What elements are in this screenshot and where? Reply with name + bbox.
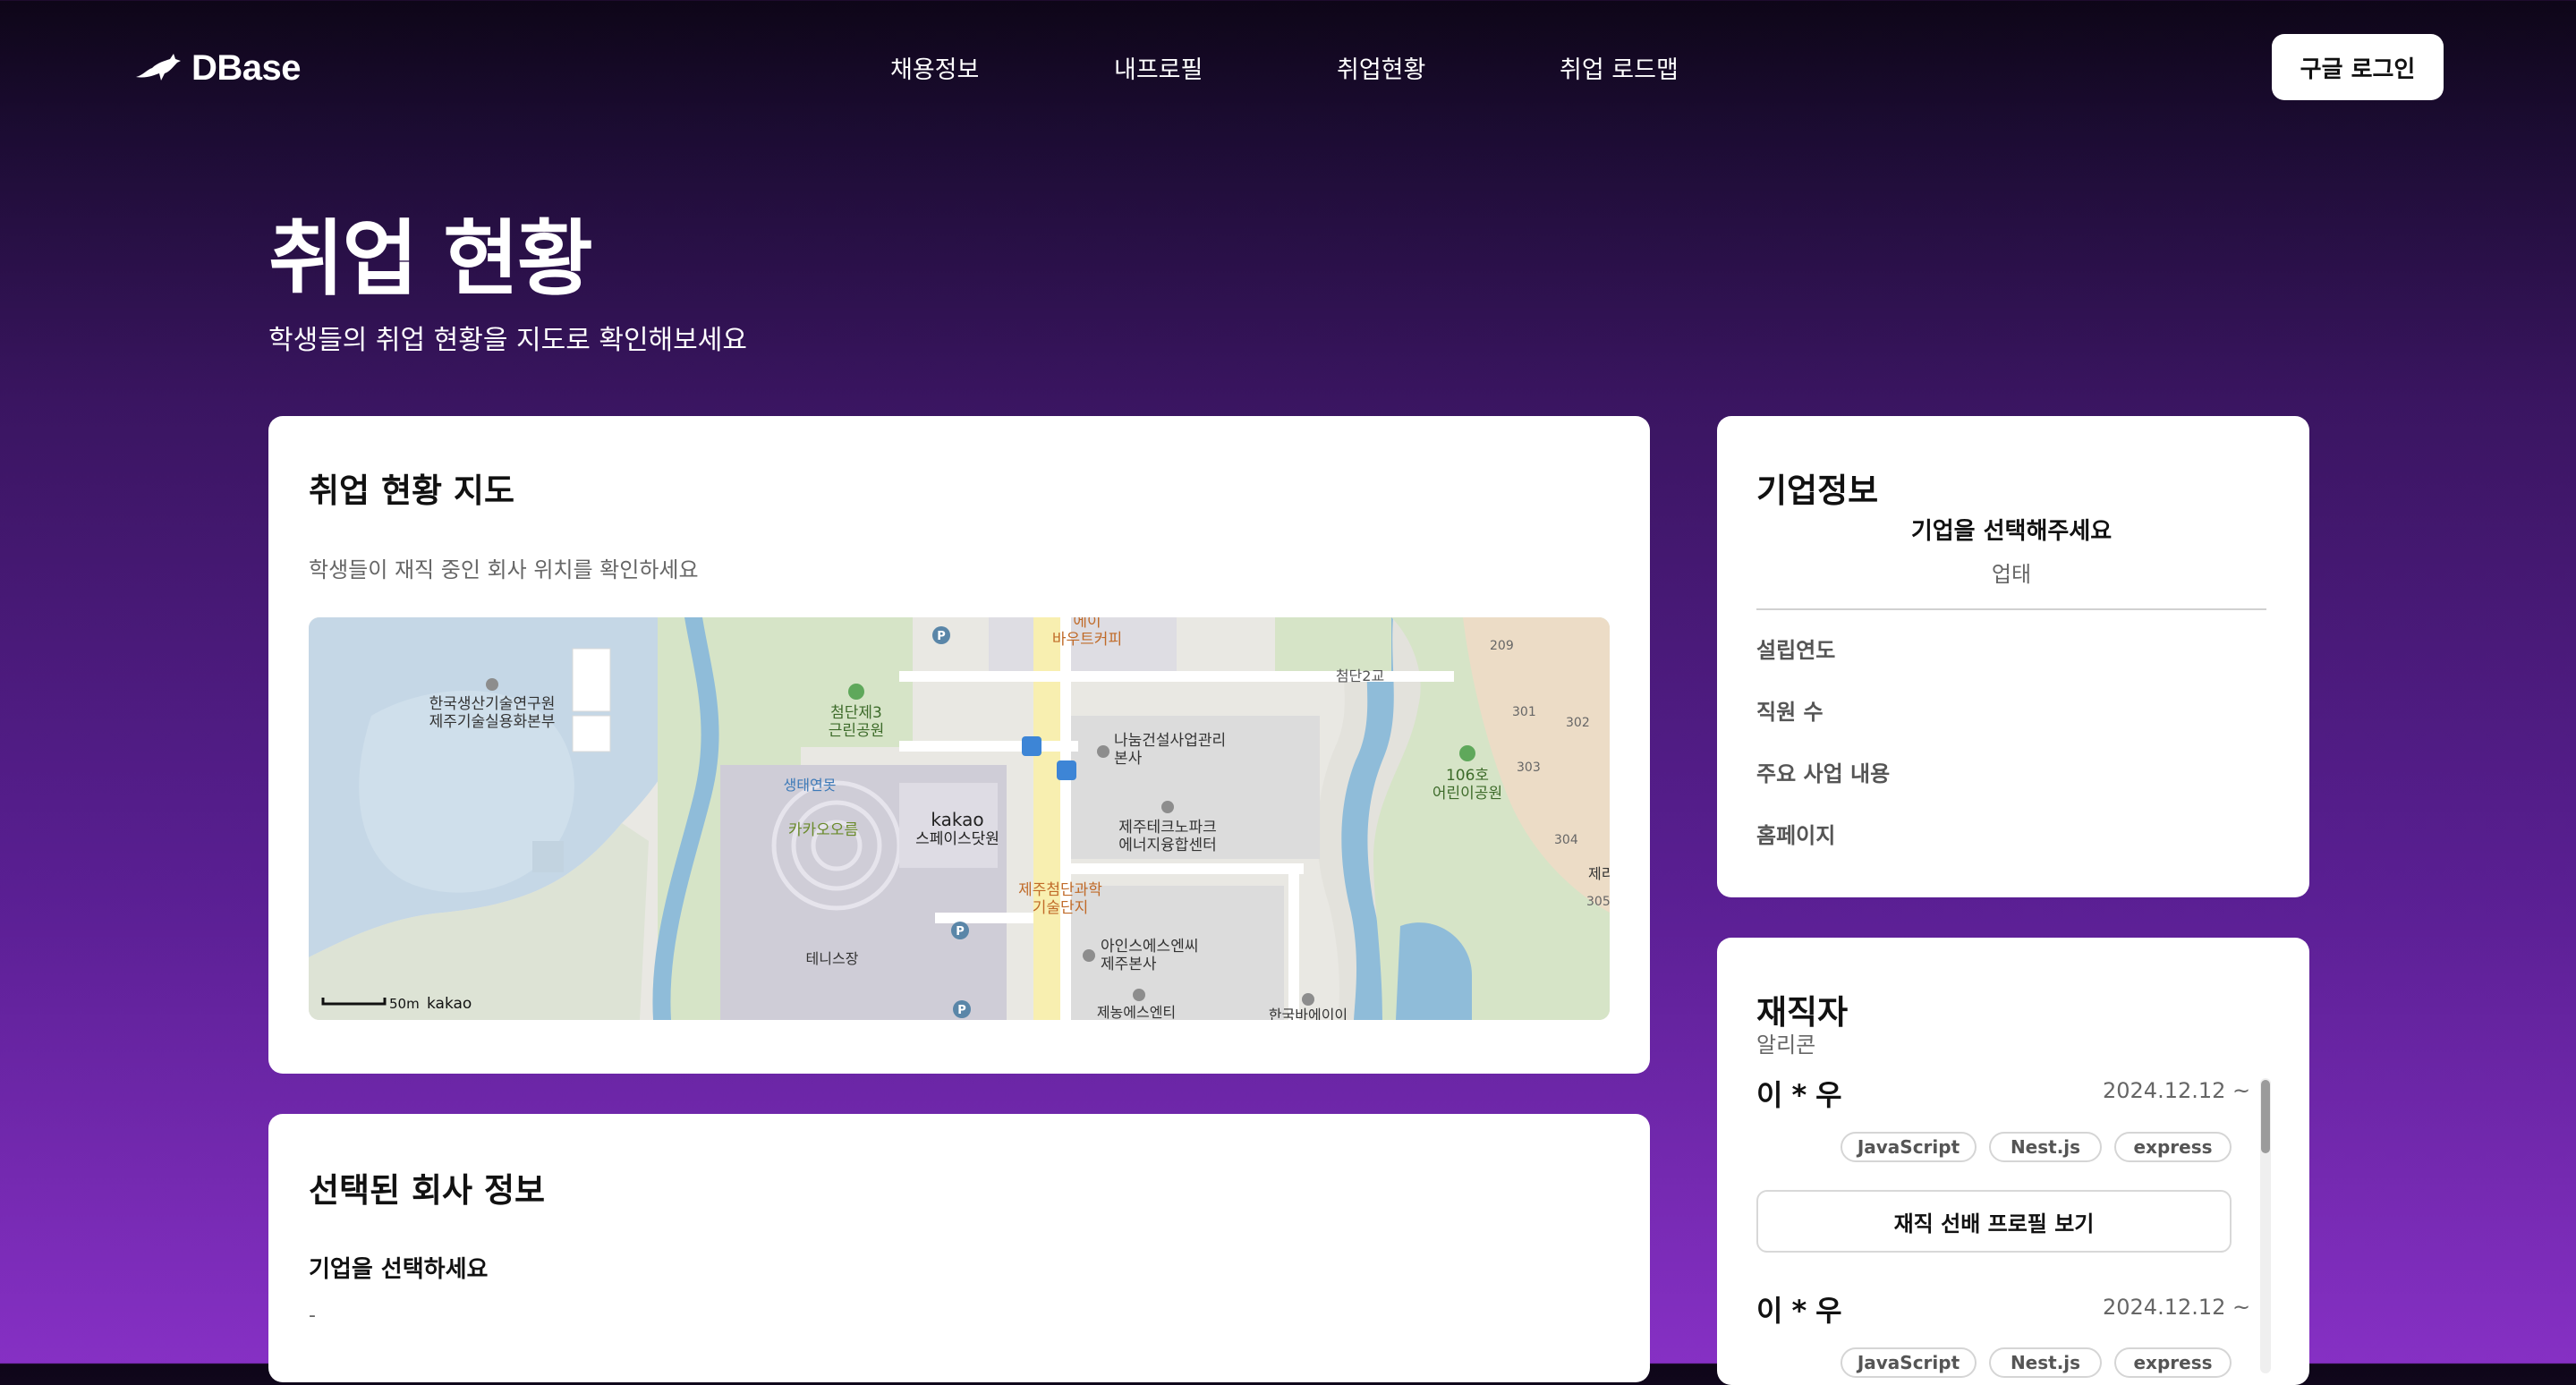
selected-company-title: 선택된 회사 정보 (309, 1171, 546, 1210)
map-label-kitech: 한국생산기술연구원 (429, 695, 556, 713)
svg-text:제농에스엔티: 제농에스엔티 (1097, 1004, 1176, 1020)
map-card-description: 학생들이 재직 중인 회사 위치를 확인하세요 (309, 557, 699, 582)
svg-text:제리: 제리 (1588, 865, 1610, 882)
map-label-oreum: 카카오오름 (788, 821, 858, 839)
svg-text:어린이공원: 어린이공원 (1433, 785, 1502, 803)
info-row-business: 주요 사업 내용 - (1756, 759, 2266, 786)
nav-item-employment[interactable]: 취업현황 (1337, 50, 1425, 85)
svg-text:제주기술실용화본부: 제주기술실용화본부 (429, 713, 556, 731)
svg-text:에너지융합센터: 에너지융합센터 (1118, 837, 1216, 854)
svg-text:P: P (937, 630, 946, 643)
svg-text:에이: 에이 (1073, 617, 1101, 631)
svg-text:305: 305 (1586, 895, 1610, 909)
skill-tag: JavaScript (1841, 1132, 1977, 1162)
svg-text:제주본사: 제주본사 (1101, 956, 1157, 973)
map-label-tennis: 테니스장 (806, 950, 859, 967)
map-label-science-complex: 제주첨단과학 (1018, 881, 1102, 899)
map-label-cafe: 바우트커피 (1052, 631, 1122, 649)
svg-text:301: 301 (1512, 705, 1536, 719)
svg-text:209: 209 (1490, 639, 1514, 653)
company-info-title: 기업정보 (1756, 472, 1879, 510)
skill-tag: express (2114, 1132, 2232, 1162)
svg-text:P: P (957, 1004, 966, 1017)
skill-tag: express (2114, 1347, 2232, 1378)
employment-map[interactable]: P P P 한국생산기술연구원 제주기술실용화본부 첨단제3 근린공원 나눔건설… (309, 617, 1610, 1020)
info-row-homepage: 홈페이지 - (1756, 820, 2266, 848)
leaping-animal-icon (134, 50, 183, 86)
page-title: 취업 현황 (268, 211, 593, 307)
view-senior-profile-button[interactable]: 재직 선배 프로필 보기 (1756, 1190, 2232, 1253)
map-label-aincs: 아인스에스엔씨 (1101, 938, 1198, 956)
google-login-button[interactable]: 구글 로그인 (2272, 34, 2444, 100)
scale-label: 50m (389, 996, 420, 1012)
employees-company: 알리콘 (1756, 1032, 1816, 1058)
svg-text:기술단지: 기술단지 (1033, 899, 1089, 917)
map-label-nanum: 나눔건설사업관리 (1114, 732, 1226, 750)
map-label-pond: 생태연못 (784, 777, 837, 794)
svg-text:스페이스닷원: 스페이스닷원 (915, 830, 999, 848)
selected-company-detail: - (309, 1304, 316, 1327)
svg-text:304: 304 (1554, 833, 1578, 847)
nav-item-profile[interactable]: 내프로필 (1114, 50, 1203, 85)
page-subtitle: 학생들의 취업 현황을 지도로 확인해보세요 (268, 325, 747, 356)
skill-tag: JavaScript (1841, 1347, 1977, 1378)
nav-item-roadmap[interactable]: 취업 로드맵 (1560, 50, 1679, 85)
svg-text:303: 303 (1517, 760, 1541, 775)
selected-company-card (268, 1114, 1650, 1382)
map-card-title: 취업 현황 지도 (309, 472, 515, 510)
company-industry: 업태 (1991, 562, 2032, 587)
map-label-bridge: 첨단2교 (1336, 667, 1384, 684)
map-label-park: 첨단제3 (830, 704, 882, 722)
map-label-kakao: kakao (931, 809, 983, 830)
nav-item-jobs[interactable]: 채용정보 (890, 50, 979, 85)
employee-name: 이*우 (1756, 1078, 1851, 1112)
info-row-employees: 직원 수 - (1756, 697, 2266, 725)
svg-text:P: P (956, 925, 965, 939)
employee-start-date: 2024.12.12 ~ (2103, 1078, 2251, 1103)
employees-title: 재직자 (1756, 993, 1849, 1032)
svg-text:한국바에이이: 한국바에이이 (1269, 1007, 1348, 1020)
divider (1756, 608, 2266, 610)
employee-name: 이*우 (1756, 1294, 1851, 1328)
map-label-kids-park: 106호 (1446, 767, 1489, 785)
company-select-prompt: 기업을 선택해주세요 (1910, 518, 2113, 545)
employee-start-date: 2024.12.12 ~ (2103, 1295, 2251, 1320)
map-label-technopark: 제주테크노파크 (1118, 819, 1216, 837)
info-row-founded: 설립연도 - (1756, 635, 2266, 663)
svg-text:본사: 본사 (1114, 750, 1143, 768)
scrollbar-thumb[interactable] (2261, 1080, 2270, 1153)
svg-text:302: 302 (1566, 716, 1590, 730)
skill-tag: Nest.js (1989, 1347, 2102, 1378)
skill-tag: Nest.js (1989, 1132, 2102, 1162)
kakao-map-brand: kakao (427, 995, 472, 1013)
logo[interactable]: DBase (134, 45, 302, 91)
selected-company-name: 기업을 선택하세요 (309, 1256, 489, 1283)
logo-text: DBase (191, 47, 302, 88)
svg-text:근린공원: 근린공원 (829, 722, 885, 740)
